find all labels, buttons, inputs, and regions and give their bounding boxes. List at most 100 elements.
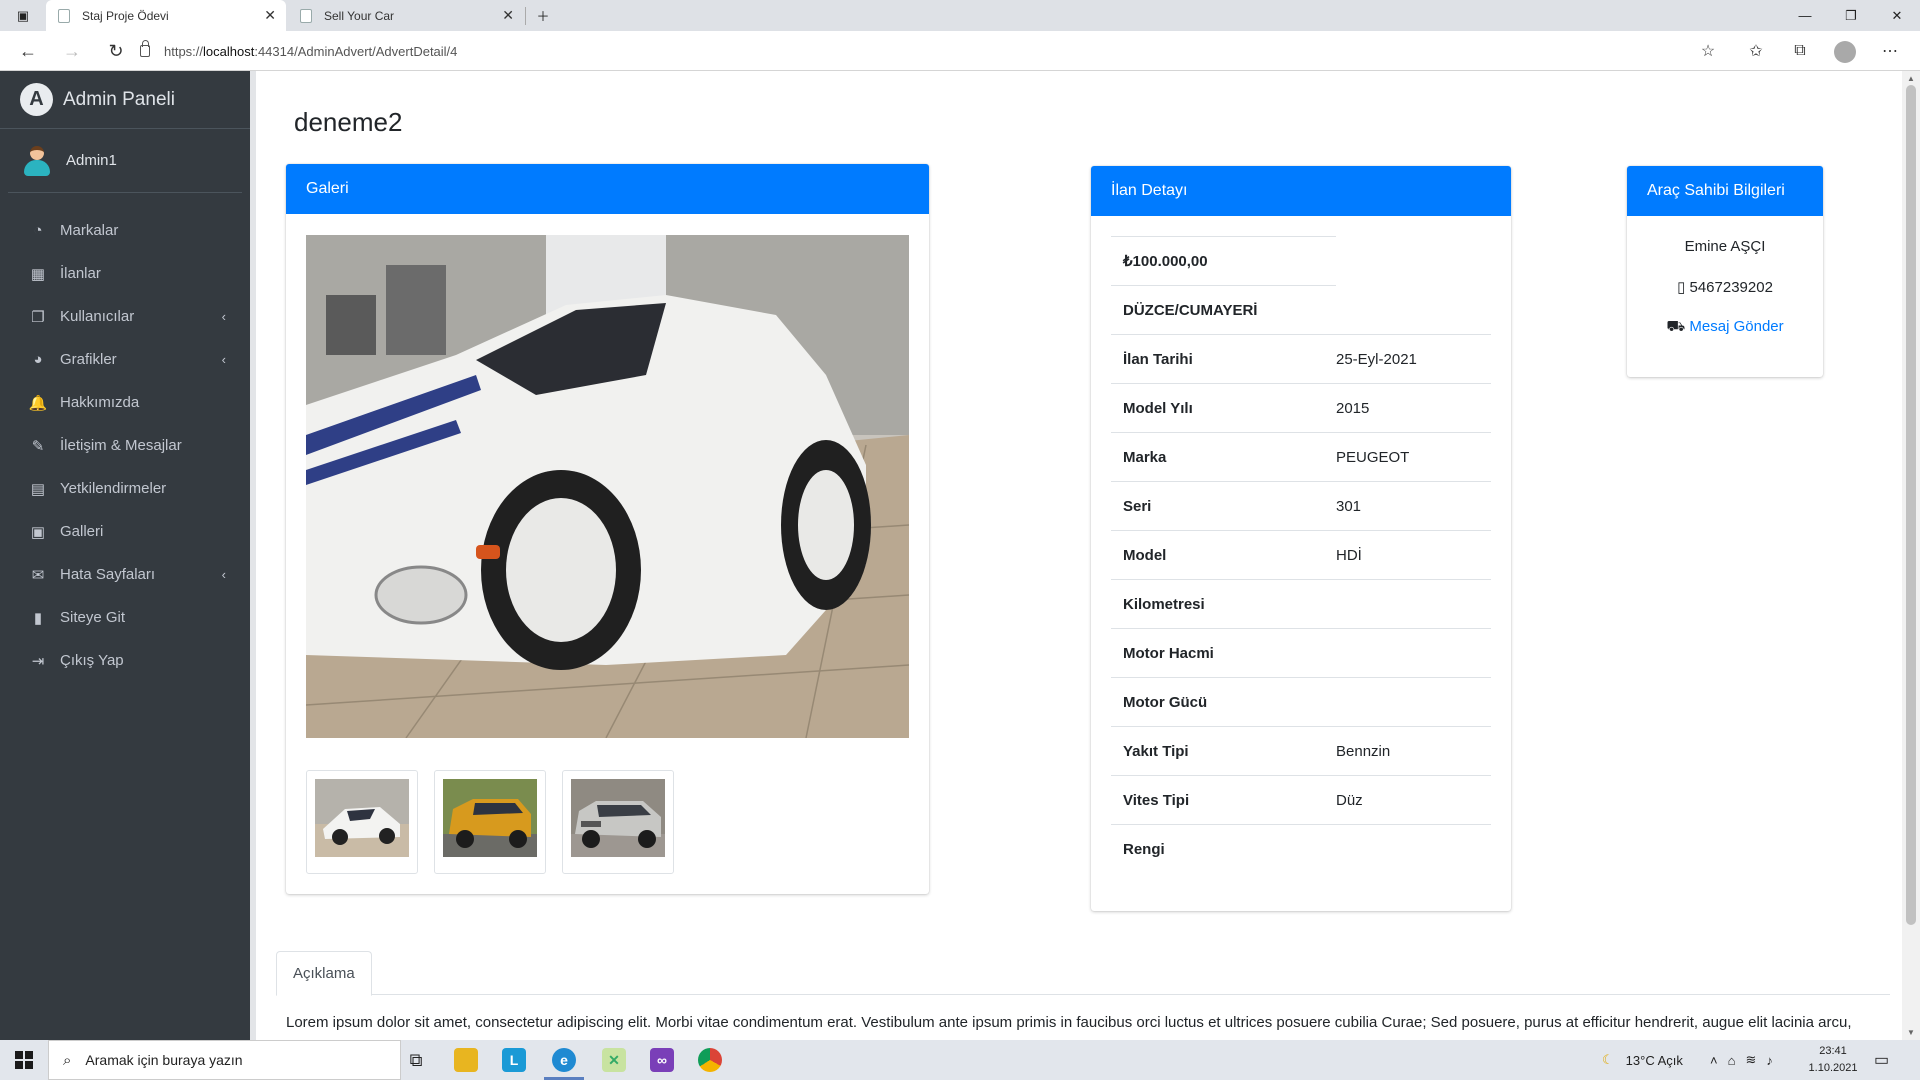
vs-installer-icon[interactable]: ✕	[590, 1040, 638, 1080]
url-field[interactable]: https://localhost:44314/AdminAdvert/Adve…	[140, 37, 1740, 65]
owner-card: Araç Sahibi Bilgileri Emine AŞÇI ▯ 54672…	[1627, 166, 1823, 377]
close-tab-icon[interactable]: ✕	[502, 7, 514, 24]
description-tabs: Açıklama	[276, 951, 1890, 996]
add-favorite-icon[interactable]: ☆	[1696, 39, 1720, 63]
more-options-icon[interactable]: ⋯	[1878, 39, 1902, 63]
image-icon: ▣	[30, 523, 46, 541]
calendar-icon: ▤	[30, 480, 46, 498]
browser-tab-bar: ▣ Staj Proje Ödevi ✕ Sell Your Car ✕ ＋ —…	[0, 0, 1920, 31]
visual-studio-icon[interactable]: ∞	[638, 1040, 686, 1080]
thumbnail-2[interactable]	[434, 770, 546, 874]
task-view-icon[interactable]: ⧉	[392, 1040, 440, 1080]
detail-row: Yakıt Tipi Bennzin	[1111, 726, 1491, 775]
taskbar-search[interactable]: ⌕ Aramak için buraya yazın	[48, 1040, 401, 1080]
detail-key: Kilometresi	[1123, 595, 1205, 613]
user-avatar-icon	[24, 145, 50, 176]
address-bar: ← → ↻ https://localhost:44314/AdminAdver…	[0, 31, 1920, 71]
browser-tab-active[interactable]: Staj Proje Ödevi ✕	[46, 0, 286, 31]
chrome-icon[interactable]	[686, 1040, 734, 1080]
profile-avatar[interactable]	[1834, 41, 1856, 63]
detail-row: Seri 301	[1111, 481, 1491, 530]
detail-key: Yakıt Tipi	[1123, 742, 1189, 760]
detail-value: 25-Eyl-2021	[1336, 350, 1417, 368]
sidebar-item-2[interactable]: ▦ İlanlar	[0, 252, 250, 295]
scrollbar-thumb[interactable]	[1906, 85, 1916, 925]
scroll-down-icon[interactable]: ▼	[1907, 1028, 1915, 1037]
detail-value: Düz	[1336, 791, 1363, 809]
restore-icon[interactable]: ❐	[1828, 0, 1874, 31]
system-tray[interactable]: ˄ ⌂ ≋ ♪	[1710, 1040, 1783, 1080]
sidebar-item-4[interactable]: ◕ Grafikler ‹	[0, 338, 250, 381]
sidebar-menu: ◔ Markalar ▦ İlanlar ❐ Kullanıcılar ‹ ◕ Grafikle…	[0, 193, 250, 682]
minimize-icon[interactable]: —	[1782, 0, 1828, 31]
sidebar-item-5[interactable]: 🔔 Hakkımızda	[0, 381, 250, 424]
tab-title: Staj Proje Ödevi	[82, 8, 169, 23]
sidebar-item-label: Markalar	[60, 222, 119, 239]
chevron-left-icon[interactable]: ‹	[222, 567, 226, 582]
detail-row: Motor Gücü	[1111, 677, 1491, 726]
network-icon[interactable]: ⌂	[1728, 1053, 1746, 1068]
detail-key: İlan Tarihi	[1123, 350, 1193, 368]
sidebar-item-8[interactable]: ▣ Galleri	[0, 510, 250, 553]
thumbnail-1[interactable]	[306, 770, 418, 874]
wifi-icon[interactable]: ≋	[1745, 1052, 1766, 1068]
page-scrollbar[interactable]: ▲ ▼	[1902, 71, 1920, 1040]
forward-icon[interactable]: →	[54, 31, 90, 71]
thumbnail-3[interactable]	[562, 770, 674, 874]
volume-icon[interactable]: ♪	[1766, 1053, 1783, 1068]
sidebar-item-3[interactable]: ❐ Kullanıcılar ‹	[0, 295, 250, 338]
new-tab-icon[interactable]: ＋	[520, 0, 566, 31]
search-icon: ⌕	[63, 1051, 72, 1069]
notification-icon[interactable]: ▭	[1874, 1040, 1889, 1080]
detail-value: PEUGEOT	[1336, 448, 1410, 466]
brand[interactable]: A Admin Paneli	[0, 71, 250, 129]
back-icon[interactable]: ←	[10, 31, 46, 71]
chevron-up-icon[interactable]: ˄	[1710, 1053, 1728, 1068]
detail-row: Marka PEUGEOT	[1111, 432, 1491, 481]
sidebar-item-1[interactable]: ◔ Markalar	[0, 209, 250, 252]
sidebar-item-10[interactable]: ▮ Siteye Git	[0, 596, 250, 639]
send-message-link[interactable]: Mesaj Gönder	[1689, 318, 1783, 335]
sidebar-item-9[interactable]: ✉ Hata Sayfaları ‹	[0, 553, 250, 596]
sidebar-item-7[interactable]: ▤ Yetkilendirmeler	[0, 467, 250, 510]
collections-icon[interactable]: ⧉	[1788, 39, 1812, 63]
search-placeholder: Aramak için buraya yazın	[85, 1052, 243, 1068]
chevron-left-icon[interactable]: ‹	[222, 352, 226, 367]
user-panel[interactable]: Admin1	[8, 129, 242, 193]
url-host: localhost	[203, 43, 255, 59]
tab-actions-icon[interactable]: ▣	[0, 0, 46, 31]
close-tab-icon[interactable]: ✕	[264, 7, 276, 24]
browser-tab[interactable]: Sell Your Car ✕	[288, 0, 524, 31]
detail-row: Motor Hacmi	[1111, 628, 1491, 677]
user-name: Admin1	[66, 152, 117, 169]
main-car-photo[interactable]	[306, 235, 909, 738]
envelope-icon: ✉	[31, 566, 45, 584]
price-value: ₺100.000,00	[1123, 253, 1208, 270]
send-message-line: ⛟ Mesaj Gönder	[1627, 318, 1823, 358]
sign-out-icon: ⇥	[31, 652, 45, 670]
tab-description[interactable]: Açıklama	[276, 951, 372, 996]
moon-icon: ☾	[1602, 1052, 1614, 1067]
pie-chart-icon: ◕	[33, 351, 43, 368]
sidebar-item-11[interactable]: ⇥ Çıkış Yap	[0, 639, 250, 682]
sidebar-item-label: İletişim & Mesajlar	[60, 437, 182, 454]
weather-widget[interactable]: ☾ 13°C Açık	[1602, 1040, 1683, 1080]
detail-value: HDİ	[1336, 546, 1362, 564]
close-window-icon[interactable]: ✕	[1874, 0, 1920, 31]
chevron-left-icon[interactable]: ‹	[222, 309, 226, 324]
file-explorer-icon[interactable]	[442, 1040, 490, 1080]
scroll-up-icon[interactable]: ▲	[1907, 74, 1915, 83]
bell-icon: 🔔	[28, 394, 48, 412]
refresh-icon[interactable]: ↻	[98, 31, 134, 71]
favorites-icon[interactable]: ✩	[1744, 39, 1768, 63]
start-button[interactable]	[0, 1040, 48, 1080]
l-app-icon[interactable]: L	[490, 1040, 538, 1080]
edge-icon[interactable]: e	[540, 1040, 588, 1080]
advert-detail-card: İlan Detayı ₺100.000,00 DÜZCE/CUMAYERİ İ…	[1091, 166, 1511, 911]
clock[interactable]: 23:41 1.10.2021	[1798, 1043, 1868, 1077]
sidebar-item-6[interactable]: ✎ İletişim & Mesajlar	[0, 424, 250, 467]
detail-header: İlan Detayı	[1091, 166, 1511, 216]
taskbar: ⌕ Aramak için buraya yazın ⧉ L e ✕ ∞ ☾ 1…	[0, 1040, 1920, 1080]
weather-text: 13°C Açık	[1625, 1052, 1683, 1068]
detail-key: Model	[1123, 546, 1167, 564]
